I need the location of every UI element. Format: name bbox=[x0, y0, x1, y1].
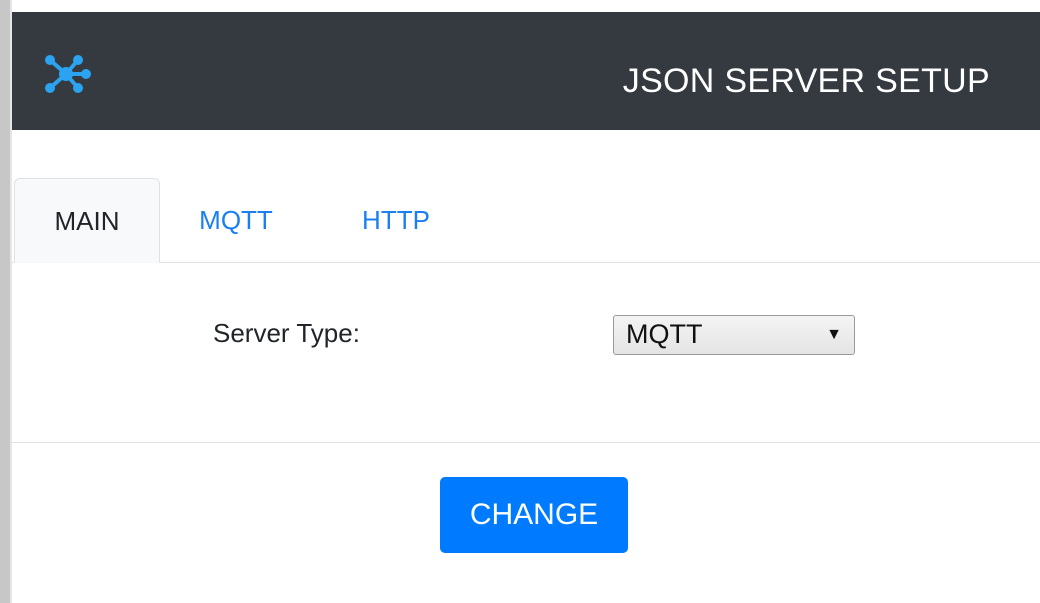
network-nodes-icon bbox=[40, 48, 92, 100]
change-button[interactable]: CHANGE bbox=[440, 477, 628, 553]
page-title: JSON SERVER SETUP bbox=[622, 62, 990, 100]
tab-http[interactable]: HTTP bbox=[348, 178, 444, 262]
tab-main[interactable]: MAIN bbox=[14, 178, 160, 263]
tab-mqtt[interactable]: MQTT bbox=[188, 178, 284, 262]
server-type-selected-value: MQTT bbox=[626, 319, 703, 349]
tab-bar: MAIN MQTT HTTP bbox=[12, 178, 1040, 263]
left-border bbox=[0, 0, 10, 603]
top-strip bbox=[0, 0, 1040, 10]
triangle-down-icon: ▼ bbox=[826, 326, 842, 343]
server-type-select[interactable]: MQTT ▼ bbox=[613, 315, 855, 355]
section-divider bbox=[12, 442, 1040, 443]
server-type-label: Server Type: bbox=[213, 318, 360, 348]
app-header: JSON SERVER SETUP bbox=[12, 12, 1040, 130]
